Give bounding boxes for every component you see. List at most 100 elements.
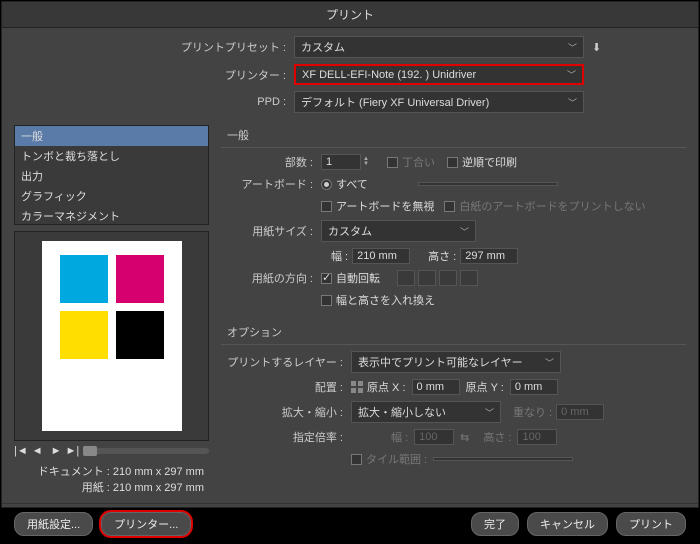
height-input[interactable]: 297 mm	[460, 248, 518, 264]
nav-last-icon[interactable]: ►|	[66, 445, 80, 457]
preview-pane	[14, 231, 209, 441]
page-setup-button[interactable]: 用紙設定...	[14, 512, 93, 536]
swatch-yellow	[60, 311, 108, 359]
reverse-checkbox[interactable]	[447, 157, 458, 168]
auto-rotate-checkbox[interactable]	[321, 273, 332, 284]
artboard-all-label: すべて	[336, 176, 368, 192]
slider-thumb[interactable]	[83, 446, 97, 456]
orientation-label: 用紙の方向 :	[221, 270, 321, 286]
collate-checkbox[interactable]	[387, 157, 398, 168]
ppd-select[interactable]: デフォルト (Fiery XF Universal Driver)﹀	[294, 91, 584, 113]
print-dialog: プリント プリントプリセット : カスタム ﹀ ⬇ プリンター : XF DELL…	[1, 1, 699, 508]
layers-select[interactable]: 表示中でプリント可能なレイヤー﹀	[351, 351, 561, 373]
orient-portrait-icon[interactable]	[397, 270, 415, 286]
collate-label: 丁合い	[402, 154, 435, 170]
ppd-value: デフォルト (Fiery XF Universal Driver)	[301, 94, 489, 110]
done-button[interactable]: 完了	[471, 512, 519, 536]
preview-page	[42, 241, 182, 431]
ratio-w-label: 幅 :	[391, 429, 408, 445]
general-title: 一般	[227, 127, 686, 143]
ratio-h-input: 100	[517, 429, 557, 445]
swatch-magenta	[116, 255, 164, 303]
preset-value: カスタム	[301, 39, 345, 55]
options-panel: プリントするレイヤー : 表示中でプリント可能なレイヤー﹀ 配置 : 原点 X …	[221, 344, 686, 481]
nav-prev-icon[interactable]: ◄	[32, 445, 43, 457]
right-column: 一般 部数 : 1 ▲▼ 丁合い 逆順で印刷 アートボード : すべて	[221, 125, 686, 495]
ratio-w-input: 100	[414, 429, 454, 445]
copies-input[interactable]: 1	[321, 154, 361, 170]
mediasize-select[interactable]: カスタム﹀	[321, 220, 476, 242]
category-item[interactable]: グラフィック	[15, 186, 208, 206]
dialog-title: プリント	[2, 2, 698, 28]
doc-size-value: 210 mm x 297 mm	[113, 466, 204, 478]
copies-label: 部数 :	[221, 154, 321, 170]
swap-wh-label: 幅と高さを入れ換え	[336, 292, 435, 308]
skip-blank-label: 白紙のアートボードをプリントしない	[459, 198, 645, 214]
placement-label: 配置 :	[221, 379, 351, 395]
orient-landscape-rev-icon[interactable]	[460, 270, 478, 286]
left-column: 一般 トンボと裁ち落とし 出力 グラフィック カラーマネジメント … |◄ ◄	[14, 125, 209, 495]
nav-first-icon[interactable]: |◄	[14, 445, 28, 457]
printer-button[interactable]: プリンター...	[101, 512, 191, 536]
origin-x-input[interactable]: 0 mm	[412, 379, 460, 395]
preview-nav: |◄ ◄ ► ►|	[14, 445, 209, 457]
printer-label: プリンター :	[14, 67, 294, 83]
media-size-value: 210 mm x 297 mm	[113, 482, 204, 494]
ratio-h-label: 高さ :	[483, 429, 511, 445]
tile-range-label: タイル範囲 :	[366, 451, 427, 467]
width-label: 幅 :	[331, 248, 348, 264]
origin-y-label: 原点 Y :	[466, 379, 504, 395]
scale-label: 拡大・縮小 :	[221, 404, 351, 420]
category-item[interactable]: カラーマネジメント	[15, 206, 208, 225]
preset-select[interactable]: カスタム ﹀	[294, 36, 584, 58]
ignore-artboard-checkbox[interactable]	[321, 201, 332, 212]
origin-x-label: 原点 X :	[367, 379, 406, 395]
preset-label: プリントプリセット :	[14, 39, 294, 55]
chevron-down-icon: ﹀	[545, 356, 554, 369]
link-icon[interactable]: ⇆	[460, 431, 469, 444]
printer-value: XF DELL-EFI-Note (192. ) Unidriver	[302, 69, 476, 81]
options-title: オプション	[227, 324, 686, 340]
orient-landscape-icon[interactable]	[418, 270, 436, 286]
tile-range-checkbox	[351, 454, 362, 465]
ratio-label: 指定倍率 :	[221, 429, 351, 445]
category-list[interactable]: 一般 トンボと裁ち落とし 出力 グラフィック カラーマネジメント …	[14, 125, 209, 225]
doc-size-label: ドキュメント :	[30, 463, 110, 479]
ignore-artboard-label: アートボードを無視	[336, 198, 434, 214]
artboard-range-input[interactable]	[418, 182, 558, 186]
printer-select[interactable]: XF DELL-EFI-Note (192. ) Unidriver ﹀	[294, 64, 584, 85]
reverse-label: 逆順で印刷	[462, 154, 517, 170]
overlap-input: 0 mm	[556, 404, 604, 420]
swatch-cyan	[60, 255, 108, 303]
cancel-button[interactable]: キャンセル	[527, 512, 608, 536]
origin-y-input[interactable]: 0 mm	[510, 379, 558, 395]
chevron-down-icon: ﹀	[485, 406, 494, 419]
overlap-label: 重なり :	[513, 404, 552, 420]
copies-stepper[interactable]: ▲▼	[363, 157, 369, 167]
chevron-down-icon: ﹀	[568, 41, 577, 54]
swatch-black	[116, 311, 164, 359]
artboard-label: アートボード :	[221, 176, 321, 192]
category-item[interactable]: 出力	[15, 166, 208, 186]
anchor-grid-icon[interactable]	[351, 381, 363, 393]
category-item[interactable]: 一般	[15, 126, 208, 146]
tile-range-input	[433, 457, 573, 461]
auto-rotate-label: 自動回転	[336, 270, 380, 286]
save-preset-icon[interactable]: ⬇	[592, 41, 601, 54]
category-item[interactable]: トンボと裁ち落とし	[15, 146, 208, 166]
ppd-label: PPD :	[14, 96, 294, 108]
chevron-down-icon: ﹀	[460, 225, 469, 238]
chevron-down-icon: ﹀	[567, 68, 576, 81]
print-button[interactable]: プリント	[616, 512, 686, 536]
swap-wh-checkbox[interactable]	[321, 295, 332, 306]
height-label: 高さ :	[428, 248, 456, 264]
dialog-footer: 用紙設定... プリンター... 完了 キャンセル プリント	[2, 503, 698, 544]
header-settings: プリントプリセット : カスタム ﹀ ⬇ プリンター : XF DELL-EFI-…	[2, 28, 698, 125]
artboard-all-radio[interactable]	[321, 179, 332, 190]
nav-next-icon[interactable]: ►	[51, 445, 62, 457]
orient-portrait-rev-icon[interactable]	[439, 270, 457, 286]
scale-select[interactable]: 拡大・縮小しない﹀	[351, 401, 501, 423]
width-input[interactable]: 210 mm	[352, 248, 410, 264]
skip-blank-checkbox	[444, 201, 455, 212]
preview-slider[interactable]	[83, 448, 209, 454]
